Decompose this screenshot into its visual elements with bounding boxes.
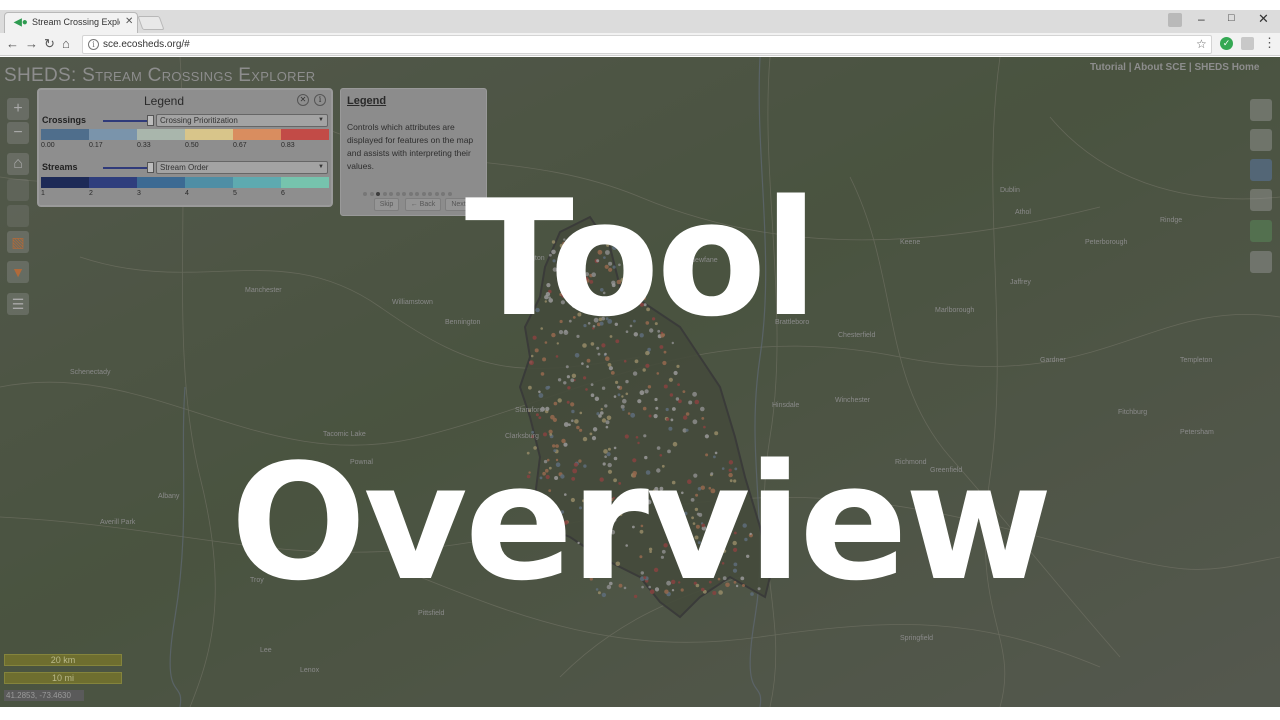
ramp-tick-label: 0.33 bbox=[137, 142, 151, 149]
url-text: sce.ecosheds.org/# bbox=[103, 39, 190, 50]
app-title: SHEDS: Stream Crossings Explorer bbox=[4, 65, 316, 86]
place-label: Lenox bbox=[300, 667, 320, 674]
address-bar[interactable]: i sce.ecosheds.org/# ☆ bbox=[82, 35, 1212, 54]
close-icon[interactable]: ✕ bbox=[125, 16, 133, 27]
map-viewport[interactable]: SHEDS: Stream Crossings Explorer Tutoria… bbox=[0, 57, 1280, 707]
close-icon[interactable]: ✕ bbox=[297, 94, 309, 106]
streams-select-value: Stream Order bbox=[160, 163, 209, 172]
back-arrow-icon[interactable]: ← bbox=[6, 36, 19, 52]
crossings-attribute-select[interactable]: Crossing Prioritization ▼ bbox=[156, 114, 328, 127]
window-close-icon[interactable]: ✕ bbox=[1258, 11, 1269, 27]
crossings-label: Crossings bbox=[42, 115, 87, 125]
crossings-color-ramp bbox=[41, 129, 329, 140]
browser-menu-icon[interactable]: ⋮ bbox=[1263, 35, 1276, 51]
place-label: Lee bbox=[260, 647, 272, 654]
home-extent-button[interactable]: ⌂ bbox=[7, 153, 29, 175]
app-root: ◀● Stream Crossing Explore ✕ – □ ✕ ← → ↻… bbox=[0, 0, 1280, 720]
fish-icon: ◀● bbox=[14, 17, 28, 28]
browser-tab[interactable]: ◀● Stream Crossing Explore ✕ bbox=[4, 12, 138, 33]
overlay-heading-line-2: Overview bbox=[230, 429, 1052, 616]
crossings-select-value: Crossing Prioritization bbox=[160, 116, 238, 125]
ramp-swatch bbox=[137, 129, 185, 140]
ramp-swatch bbox=[281, 129, 329, 140]
streams-slider-handle[interactable] bbox=[147, 162, 154, 173]
browser-toolbar: ← → ↻ ⌂ i sce.ecosheds.org/# ☆ ✓ ⋮ bbox=[0, 33, 1280, 56]
info-icon[interactable]: i bbox=[314, 94, 326, 106]
new-tab-button[interactable] bbox=[137, 16, 165, 30]
user-icon[interactable] bbox=[1168, 13, 1182, 27]
place-label: Springfield bbox=[900, 635, 934, 642]
scale-bar-mi: 10 mi bbox=[4, 672, 122, 684]
tab-title: Stream Crossing Explore bbox=[32, 17, 120, 27]
layers-button[interactable] bbox=[1250, 129, 1272, 151]
maximize-icon[interactable]: □ bbox=[1228, 12, 1235, 24]
overlay-heading: Tool Overview bbox=[0, 165, 1280, 616]
tour-body: Controls which attributes are displayed … bbox=[347, 122, 474, 171]
forward-arrow-icon[interactable]: → bbox=[25, 36, 38, 52]
zoom-out-button[interactable]: − bbox=[7, 122, 29, 144]
home-icon[interactable]: ⌂ bbox=[62, 36, 70, 52]
ramp-tick-label: 0.00 bbox=[41, 142, 55, 149]
info-icon[interactable]: i bbox=[88, 39, 99, 50]
browser-tabstrip: ◀● Stream Crossing Explore ✕ – □ ✕ bbox=[0, 10, 1280, 33]
crossings-slider-handle[interactable] bbox=[147, 115, 154, 126]
crossings-opacity-slider[interactable] bbox=[103, 120, 147, 122]
minimize-icon[interactable]: – bbox=[1198, 12, 1205, 26]
cursor-coordinates: 41.2853, -73.4630 bbox=[4, 690, 84, 701]
map-marker-button[interactable] bbox=[1250, 99, 1272, 121]
extension-icon[interactable] bbox=[1241, 37, 1254, 50]
zoom-in-button[interactable]: + bbox=[7, 98, 29, 120]
checklist-button[interactable] bbox=[1250, 159, 1272, 181]
ramp-swatch bbox=[89, 129, 137, 140]
bookmark-star-icon[interactable]: ☆ bbox=[1196, 37, 1207, 51]
streams-attribute-select[interactable]: Stream Order ▼ bbox=[156, 161, 328, 174]
overlay-heading-line-1: Tool bbox=[464, 165, 819, 352]
streams-opacity-slider[interactable] bbox=[103, 167, 147, 169]
legend-title: Legend bbox=[143, 94, 185, 108]
chevron-down-icon: ▼ bbox=[318, 117, 324, 123]
scale-bar-km: 20 km bbox=[4, 654, 122, 666]
extension-check-icon[interactable]: ✓ bbox=[1220, 37, 1233, 50]
ramp-swatch bbox=[41, 129, 89, 140]
ramp-swatch bbox=[233, 129, 281, 140]
reload-icon[interactable]: ↻ bbox=[44, 36, 55, 52]
streams-label: Streams bbox=[42, 162, 78, 172]
ramp-tick-label: 0.50 bbox=[185, 142, 199, 149]
ramp-swatch bbox=[185, 129, 233, 140]
header-links[interactable]: Tutorial | About SCE | SHEDS Home bbox=[1090, 62, 1260, 73]
ramp-tick-label: 0.83 bbox=[281, 142, 295, 149]
ramp-tick-label: 0.17 bbox=[89, 142, 103, 149]
chevron-down-icon: ▼ bbox=[318, 164, 324, 170]
tour-title: Legend bbox=[347, 95, 387, 107]
ramp-tick-label: 0.67 bbox=[233, 142, 247, 149]
